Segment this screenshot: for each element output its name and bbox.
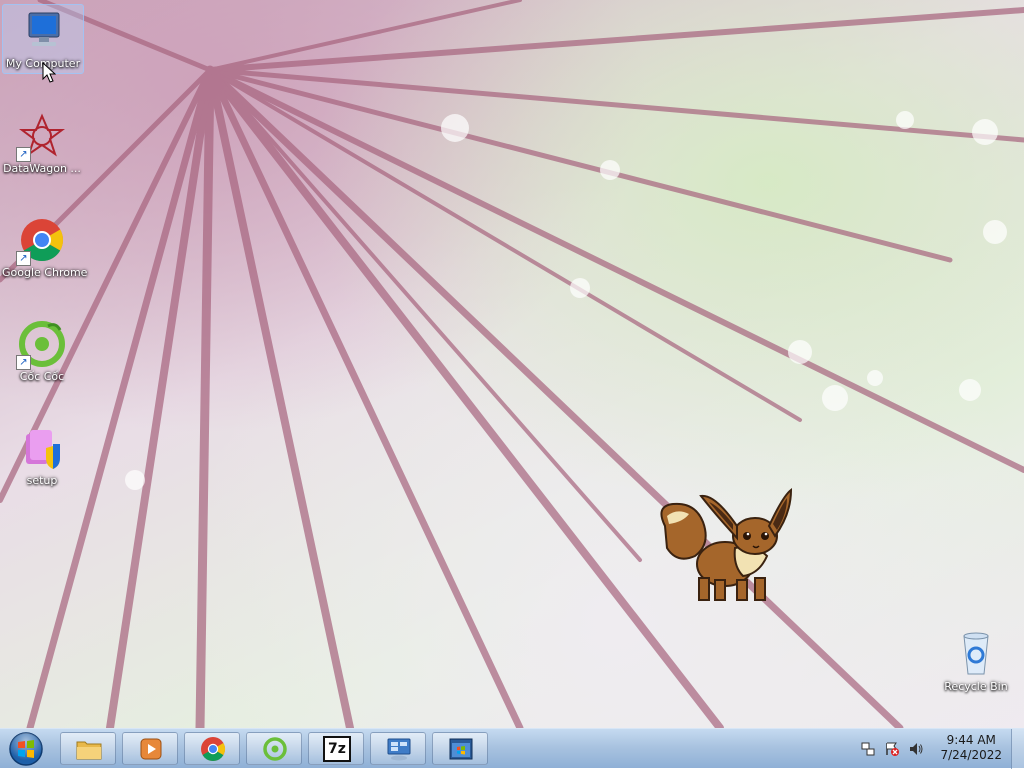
shortcut-arrow-icon: ↗: [16, 355, 31, 370]
eevee-sprite: [660, 487, 793, 601]
media-player-icon: [140, 738, 162, 760]
taskbar-button-chrome[interactable]: [184, 732, 240, 765]
7zip-label: 7z: [328, 741, 346, 757]
chrome-icon: ↗: [16, 216, 66, 266]
network-icon[interactable]: [860, 741, 876, 757]
clock[interactable]: 9:44 AM 7/24/2022: [940, 733, 1002, 763]
7zip-icon: 7z: [323, 736, 351, 762]
volume-icon[interactable]: [908, 741, 924, 757]
coccoc-icon: ↗: [16, 320, 66, 370]
coccoc-icon: [263, 737, 287, 761]
desktop-icon-label: Google Chrome: [2, 266, 88, 279]
desktop-icon-label: DataWagon ...: [3, 162, 81, 175]
desktop-icon-label: Cốc Cốc: [19, 370, 65, 383]
desktop-icon-coccoc[interactable]: ↗ Cốc Cốc: [2, 318, 82, 383]
taskbar-button-remote-desktop[interactable]: [370, 732, 426, 765]
remote-desktop-icon: [387, 738, 411, 761]
desktop-icon-label: setup: [26, 474, 58, 487]
taskbar-button-media-player[interactable]: [122, 732, 178, 765]
desktop-icon-recycle-bin[interactable]: Recycle Bin: [936, 628, 1016, 693]
computer-icon: [19, 7, 67, 55]
datawagon-icon: ↗: [16, 112, 66, 162]
desktop-icon-datawagon[interactable]: ↗ DataWagon ...: [2, 110, 82, 175]
clock-date: 7/24/2022: [940, 748, 1002, 762]
system-tray: 9:44 AM 7/24/2022: [854, 729, 1024, 769]
taskbar-button-coccoc[interactable]: [246, 732, 302, 765]
mouse-cursor-icon: [42, 62, 56, 83]
desktop-icon-google-chrome[interactable]: ↗ Google Chrome: [2, 214, 88, 279]
clock-time: 9:44 AM: [946, 733, 996, 747]
shortcut-arrow-icon: ↗: [16, 147, 31, 162]
windows-orb-icon: [9, 732, 43, 766]
shortcut-arrow-icon: ↗: [16, 251, 31, 266]
taskbar-button-windows-app[interactable]: [432, 732, 488, 765]
taskbar-button-7zip[interactable]: 7z: [308, 732, 364, 765]
taskbar-button-explorer[interactable]: [60, 732, 116, 765]
setup-icon: [18, 424, 66, 472]
desktop-icon-setup[interactable]: setup: [2, 422, 82, 487]
wallpaper: [0, 0, 1024, 728]
taskbar: 7z 9:44 AM 7/24/2022: [0, 728, 1024, 769]
action-center-icon[interactable]: [884, 741, 900, 757]
windows-window-icon: [449, 738, 473, 760]
desktop-icon-label: Recycle Bin: [944, 680, 1008, 693]
folder-icon: [76, 741, 102, 760]
start-button[interactable]: [6, 731, 46, 767]
show-desktop-button[interactable]: [1011, 729, 1024, 769]
chrome-icon: [201, 737, 226, 762]
desktop[interactable]: My Computer ↗ DataWagon ... ↗ Google Chr…: [0, 0, 1024, 728]
recycle-bin-icon: [952, 630, 1000, 678]
